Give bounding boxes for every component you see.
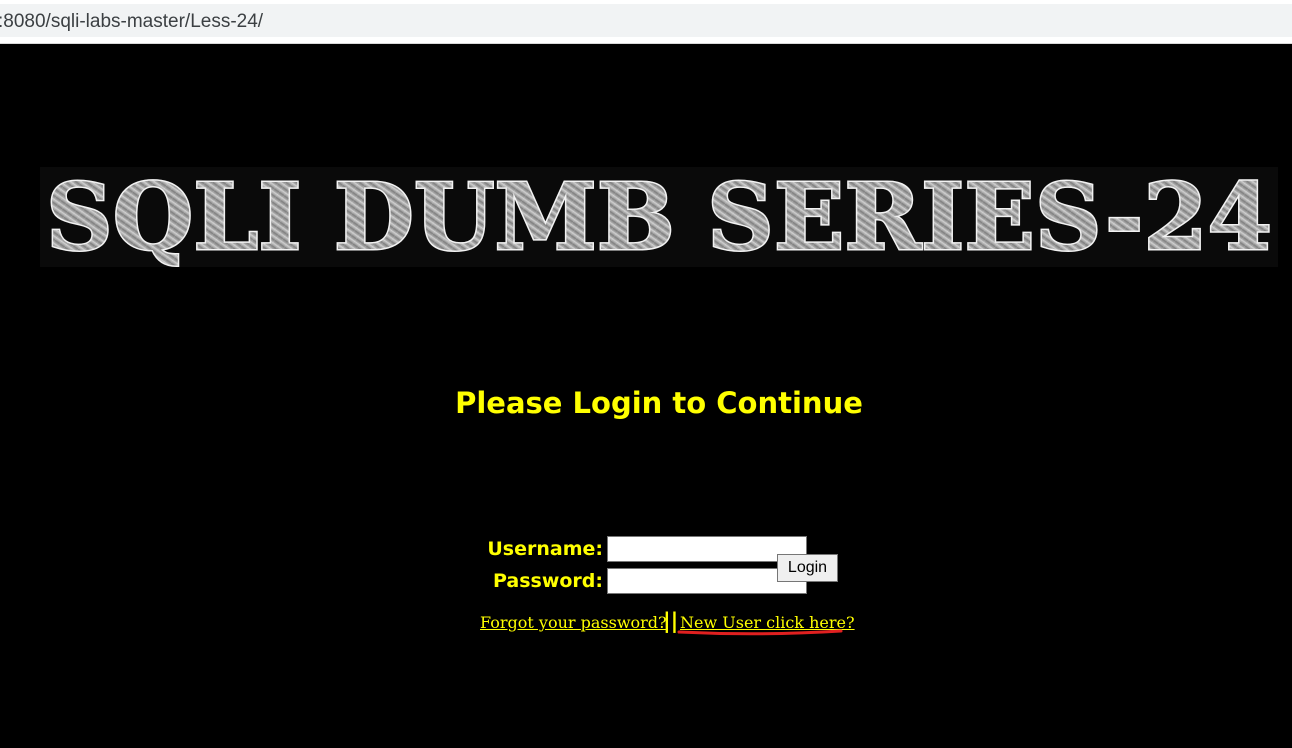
red-annotation-underline	[677, 629, 843, 636]
login-button[interactable]: Login	[777, 554, 838, 582]
banner-title: SQLI DUMB SERIES-24	[46, 167, 1272, 267]
password-label: Password:	[492, 570, 603, 592]
login-heading: Please Login to Continue	[455, 386, 863, 420]
username-label: Username:	[487, 538, 603, 560]
url-text[interactable]: :8080/sqli-labs-master/Less-24/	[0, 11, 263, 33]
forgot-password-link[interactable]: Forgot your password?	[480, 613, 667, 632]
url-field[interactable]: :8080/sqli-labs-master/Less-24/	[0, 4, 1292, 37]
banner-image: SQLI DUMB SERIES-24	[40, 167, 1278, 267]
browser-address-bar: :8080/sqli-labs-master/Less-24/	[0, 0, 1292, 44]
